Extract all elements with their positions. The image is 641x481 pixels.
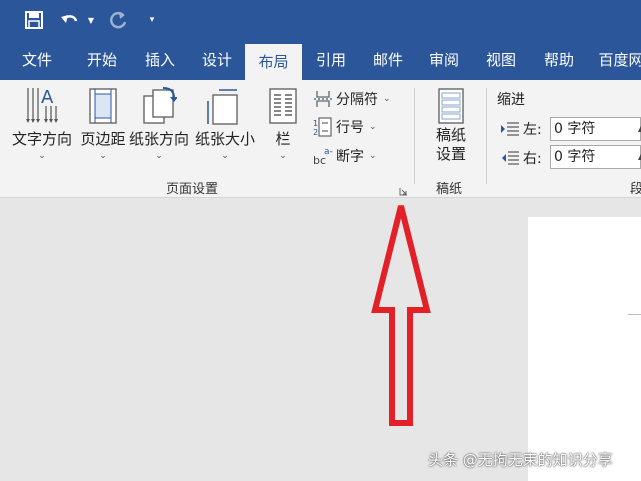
tab-file[interactable]: 文件 bbox=[6, 40, 68, 80]
orientation-button[interactable]: 纸张方向 ⌄ bbox=[127, 86, 191, 161]
ribbon-tabs: 文件 开始 插入 设计 布局 引用 邮件 审阅 视图 帮助 百度网 bbox=[0, 40, 641, 80]
title-bar: ▼ ▾ bbox=[0, 0, 641, 40]
text-direction-button[interactable]: A 文字方向 ⌄ bbox=[10, 86, 74, 161]
group-separator bbox=[414, 88, 415, 184]
tab-help[interactable]: 帮助 bbox=[529, 40, 589, 80]
indent-left-icon bbox=[501, 122, 519, 136]
indent-right-icon bbox=[502, 151, 519, 165]
chevron-down-icon: ⌄ bbox=[99, 151, 107, 161]
hyphenation-label: 断字 bbox=[336, 149, 364, 165]
line-numbers-icon: 12 bbox=[313, 117, 332, 137]
manuscript-label-line2: 设置 bbox=[435, 145, 466, 163]
tab-layout[interactable]: 布局 bbox=[245, 44, 302, 80]
paper-size-icon bbox=[207, 89, 238, 125]
tab-home[interactable]: 开始 bbox=[72, 40, 132, 80]
margin-marker bbox=[628, 314, 641, 315]
breaks-label: 分隔符 bbox=[336, 92, 378, 108]
chevron-down-icon: ⌄ bbox=[155, 151, 163, 161]
redo-icon[interactable] bbox=[108, 8, 130, 32]
tab-references[interactable]: 引用 bbox=[302, 40, 360, 80]
red-arrow-annotation bbox=[371, 205, 431, 426]
group-separator bbox=[486, 88, 487, 184]
text-direction-icon: A bbox=[26, 87, 58, 123]
tab-baidu[interactable]: 百度网 bbox=[591, 40, 641, 80]
hyphenation-icon: bca- bbox=[313, 147, 333, 166]
manuscript-label: 稿纸 设置 bbox=[436, 126, 466, 164]
columns-button[interactable]: 栏 ⌄ bbox=[264, 86, 302, 161]
svg-text:a-: a- bbox=[324, 147, 333, 157]
indent-title: 缩进 bbox=[497, 92, 525, 108]
margins-button[interactable]: 页边距 ⌄ bbox=[76, 86, 130, 161]
page-setup-group-label: 页面设置 bbox=[166, 182, 219, 197]
manuscript-label-line1: 稿纸 bbox=[435, 126, 466, 144]
orientation-icon bbox=[143, 87, 177, 124]
line-numbers-label: 行号 bbox=[336, 120, 364, 136]
tab-insert[interactable]: 插入 bbox=[130, 40, 190, 80]
chevron-down-icon: ⌄ bbox=[38, 151, 46, 161]
svg-text:A: A bbox=[41, 87, 54, 108]
tab-review[interactable]: 审阅 bbox=[414, 40, 474, 80]
hyphenation-button[interactable]: bc a- 断字 ⌄ bbox=[313, 146, 377, 166]
tab-design[interactable]: 设计 bbox=[187, 40, 247, 80]
indent-right-label: 右: bbox=[500, 148, 542, 168]
columns-icon bbox=[269, 88, 297, 124]
indent-left-input[interactable]: 0 字符 ▲ bbox=[550, 117, 641, 141]
svg-text:2: 2 bbox=[313, 128, 318, 137]
tab-view[interactable]: 视图 bbox=[471, 40, 531, 80]
manuscript-settings-button[interactable]: 稿纸 设置 bbox=[428, 86, 474, 164]
undo-dropdown-icon[interactable]: ▼ bbox=[85, 8, 97, 32]
save-icon[interactable] bbox=[22, 8, 46, 32]
paragraph-group-label: 段 bbox=[630, 182, 641, 197]
line-numbers-button[interactable]: 12 行号 ⌄ bbox=[313, 117, 377, 137]
orientation-label: 纸张方向 bbox=[128, 130, 189, 148]
columns-label: 栏 bbox=[275, 130, 291, 148]
chevron-down-icon: ⌄ bbox=[383, 94, 391, 104]
watermark-text: 头条 @无拘无束的知识分享 bbox=[428, 451, 613, 469]
manuscript-icon bbox=[438, 88, 464, 124]
chevron-down-icon: ⌄ bbox=[369, 122, 377, 132]
breaks-button[interactable]: 分隔符 ⌄ bbox=[313, 89, 391, 109]
size-button[interactable]: 纸张大小 ⌄ bbox=[193, 86, 257, 161]
undo-icon[interactable] bbox=[58, 8, 82, 32]
chevron-down-icon: ⌄ bbox=[221, 151, 229, 161]
indent-left-label: 左: bbox=[500, 119, 542, 139]
customize-quick-access-icon[interactable]: ▾ bbox=[145, 8, 159, 32]
margins-label: 页边距 bbox=[80, 130, 126, 148]
dialog-launcher-icon[interactable] bbox=[399, 181, 408, 196]
margins-icon bbox=[89, 88, 117, 124]
size-label: 纸张大小 bbox=[194, 130, 255, 148]
indent-right-input[interactable]: 0 字符 ▲ bbox=[550, 145, 641, 169]
chevron-down-icon: ⌄ bbox=[369, 151, 377, 161]
text-direction-label: 文字方向 bbox=[11, 130, 72, 148]
breaks-icon bbox=[314, 91, 332, 107]
document-page[interactable] bbox=[528, 217, 641, 481]
chevron-down-icon: ⌄ bbox=[279, 151, 287, 161]
tab-mailings[interactable]: 邮件 bbox=[358, 40, 418, 80]
ribbon-layout: A 文字方向 ⌄ 页边距 ⌄ 纸张方向 ⌄ 纸张大小 ⌄ 栏 ⌄ 分隔符 ⌄ 1… bbox=[0, 80, 641, 198]
svg-text:1: 1 bbox=[313, 119, 318, 128]
manuscript-group-label: 稿纸 bbox=[436, 182, 463, 197]
